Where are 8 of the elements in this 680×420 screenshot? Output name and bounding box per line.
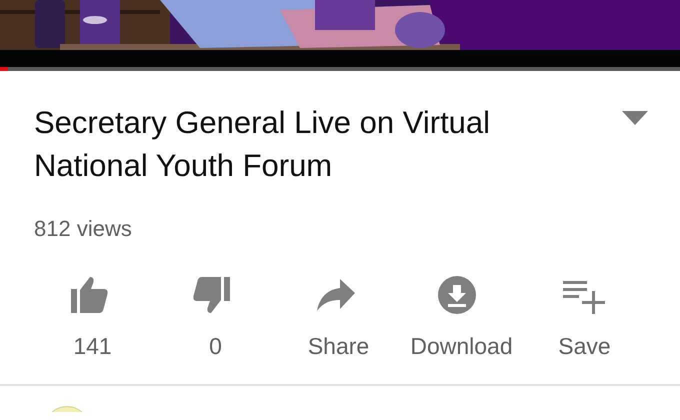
dislike-button[interactable]: 0 <box>190 276 242 360</box>
video-title: Secretary General Live on Virtual National Youth Forum <box>34 104 492 185</box>
view-count: 812 views <box>34 216 133 242</box>
save-button[interactable]: Save <box>556 276 613 360</box>
like-button[interactable]: 141 <box>66 276 118 360</box>
download-button[interactable]: Download <box>408 276 515 360</box>
share-button[interactable]: Share <box>306 276 372 360</box>
caret-icon[interactable] <box>620 109 650 127</box>
